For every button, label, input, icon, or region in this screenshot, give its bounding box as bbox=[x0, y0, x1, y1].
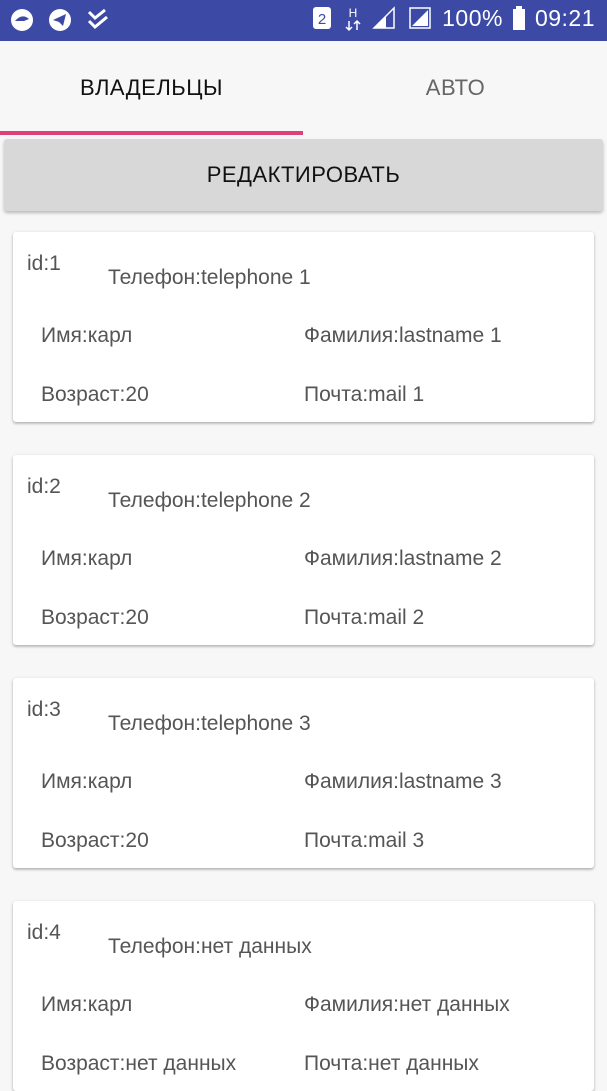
owner-phone: Телефон:telephone 1 bbox=[108, 266, 311, 289]
owner-mail: Почта:mail 1 bbox=[304, 383, 425, 406]
owner-name: Имя:карл bbox=[41, 547, 133, 570]
owner-id: id:3 bbox=[27, 698, 61, 721]
owner-mail: Почта:mail 2 bbox=[304, 606, 425, 629]
owner-phone: Телефон:telephone 3 bbox=[108, 712, 311, 735]
clock: 09:21 bbox=[534, 4, 595, 31]
owner-name: Имя:карл bbox=[41, 770, 133, 793]
owner-mail: Почта:нет данных bbox=[304, 1052, 479, 1075]
owner-card[interactable]: id:2 Телефон:telephone 2 Имя:карл Фамили… bbox=[13, 455, 594, 645]
owner-id: id:2 bbox=[27, 475, 61, 498]
owner-id: id:4 bbox=[27, 921, 61, 944]
owner-card[interactable]: id:4 Телефон:нет данных Имя:карл Фамилия… bbox=[13, 901, 594, 1091]
owner-lastname: Фамилия:lastname 1 bbox=[304, 324, 502, 347]
owner-lastname: Фамилия:lastname 3 bbox=[304, 770, 502, 793]
owner-id: id:1 bbox=[27, 252, 61, 275]
svg-text:H: H bbox=[349, 6, 358, 20]
owner-age: Возраст:20 bbox=[41, 383, 149, 406]
owner-name: Имя:карл bbox=[41, 993, 133, 1016]
signal-icon bbox=[406, 4, 434, 32]
app-icon bbox=[8, 6, 36, 34]
svg-text:2: 2 bbox=[318, 11, 326, 28]
owner-lastname: Фамилия:lastname 2 bbox=[304, 547, 502, 570]
owner-age: Возраст:нет данных bbox=[41, 1052, 237, 1075]
battery-percent: 100% bbox=[442, 4, 503, 31]
battery-icon bbox=[511, 4, 527, 32]
tab-owners[interactable]: ВЛАДЕЛЬЦЫ bbox=[0, 41, 303, 135]
signal-icon bbox=[370, 4, 398, 32]
telegram-icon bbox=[46, 6, 74, 34]
owner-card[interactable]: id:3 Телефон:telephone 3 Имя:карл Фамили… bbox=[13, 678, 594, 868]
checklist-icon bbox=[84, 6, 112, 34]
owner-mail: Почта:mail 3 bbox=[304, 829, 425, 852]
owner-age: Возраст:20 bbox=[41, 829, 149, 852]
status-bar: 2 H 100% 09:21 bbox=[0, 0, 607, 41]
sim-icon: 2 bbox=[308, 4, 336, 32]
owner-name: Имя:карл bbox=[41, 324, 133, 347]
owner-lastname: Фамилия:нет данных bbox=[304, 993, 510, 1016]
tab-bar: ВЛАДЕЛЬЦЫ АВТО bbox=[0, 41, 607, 135]
owner-phone: Телефон:telephone 2 bbox=[108, 489, 311, 512]
active-tab-indicator bbox=[0, 131, 303, 135]
edit-button[interactable]: РЕДАКТИРОВАТЬ bbox=[4, 139, 603, 211]
network-type-icon: H bbox=[344, 4, 362, 32]
owner-age: Возраст:20 bbox=[41, 606, 149, 629]
owner-card[interactable]: id:1 Телефон:telephone 1 Имя:карл Фамили… bbox=[13, 232, 594, 422]
tab-auto[interactable]: АВТО bbox=[304, 41, 607, 135]
owner-phone: Телефон:нет данных bbox=[108, 935, 312, 958]
